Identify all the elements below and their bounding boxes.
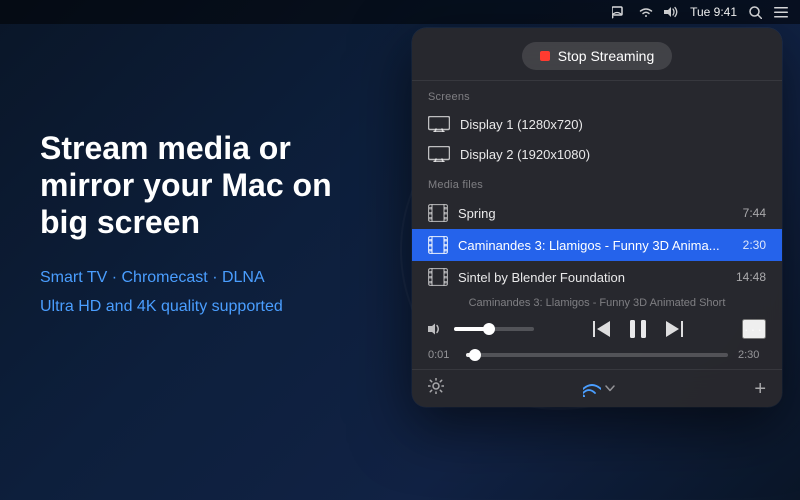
media-item-sintel-duration: 14:48 <box>736 270 766 284</box>
media-section-label: Media files <box>412 169 782 197</box>
progress-bar[interactable] <box>466 353 728 357</box>
subtitle-line-2: Ultra HD and 4K quality supported <box>40 293 350 322</box>
search-menubar-icon[interactable] <box>749 6 762 19</box>
stop-dot <box>540 51 550 61</box>
cast-button[interactable] <box>583 381 615 397</box>
time-total: 2:30 <box>738 349 766 361</box>
media-item-caminandes-duration: 2:30 <box>743 238 766 252</box>
media-item-spring[interactable]: Spring 7:44 <box>412 197 782 229</box>
media-item-caminandes[interactable]: Caminandes 3: Llamigos - Funny 3D Anima.… <box>412 229 782 261</box>
media-item-caminandes-title: Caminandes 3: Llamigos - Funny 3D Anima.… <box>458 238 725 253</box>
screen-item-display2-label: Display 2 (1920x1080) <box>460 147 590 162</box>
progress-row: 0:01 2:30 <box>412 347 782 369</box>
add-button[interactable]: + <box>754 379 766 399</box>
media-item-sintel[interactable]: Sintel by Blender Foundation 14:48 <box>412 261 782 293</box>
cast-menubar-icon <box>612 5 628 19</box>
volume-icon[interactable] <box>428 322 444 336</box>
stop-streaming-label: Stop Streaming <box>558 48 655 64</box>
stop-streaming-button[interactable]: Stop Streaming <box>522 42 673 70</box>
playback-controls: ··· <box>412 311 782 347</box>
volume-menubar-icon <box>664 6 678 18</box>
dropdown-panel: Stop Streaming Screens Display 1 (1280x7… <box>412 28 782 407</box>
media-item-spring-title: Spring <box>458 206 725 221</box>
volume-thumb <box>483 323 495 335</box>
progress-fill <box>466 353 476 357</box>
main-headline: Stream media or mirror your Mac on big s… <box>40 130 350 240</box>
now-playing-subtitle: Caminandes 3: Llamigos - Funny 3D Animat… <box>412 293 782 311</box>
screen-item-display2[interactable]: Display 2 (1920x1080) <box>412 139 782 169</box>
menubar: Tue 9:41 <box>0 0 800 24</box>
film-icon-spring <box>428 204 448 222</box>
more-options-button[interactable]: ··· <box>742 319 766 339</box>
next-button[interactable] <box>661 319 687 339</box>
left-content: Stream media or mirror your Mac on big s… <box>40 130 350 322</box>
screens-section-label: Screens <box>412 81 782 109</box>
settings-button[interactable] <box>428 378 444 399</box>
menu-menubar-icon[interactable] <box>774 7 788 18</box>
film-icon-sintel <box>428 268 448 286</box>
time-current: 0:01 <box>428 349 456 361</box>
volume-slider[interactable] <box>454 327 534 331</box>
cast-section <box>444 381 754 397</box>
menubar-time: Tue 9:41 <box>690 5 737 19</box>
progress-thumb <box>469 349 481 361</box>
monitor-icon-2 <box>428 146 450 162</box>
chevron-down-icon <box>605 385 615 392</box>
film-icon-caminandes <box>428 236 448 254</box>
screen-item-display1-label: Display 1 (1280x720) <box>460 117 583 132</box>
media-item-spring-duration: 7:44 <box>743 206 766 220</box>
subtitle-line-1: Smart TV · Chromecast · DLNA <box>40 264 350 293</box>
screen-item-display1[interactable]: Display 1 (1280x720) <box>412 109 782 139</box>
menubar-status-icons <box>612 5 678 19</box>
prev-button[interactable] <box>589 319 615 339</box>
monitor-icon-1 <box>428 116 450 132</box>
bottom-bar: + <box>412 369 782 407</box>
pause-button[interactable] <box>625 317 651 341</box>
media-item-sintel-title: Sintel by Blender Foundation <box>458 270 718 285</box>
stop-streaming-container: Stop Streaming <box>412 28 782 81</box>
volume-fill <box>454 327 490 331</box>
wifi-menubar-icon <box>638 6 654 18</box>
